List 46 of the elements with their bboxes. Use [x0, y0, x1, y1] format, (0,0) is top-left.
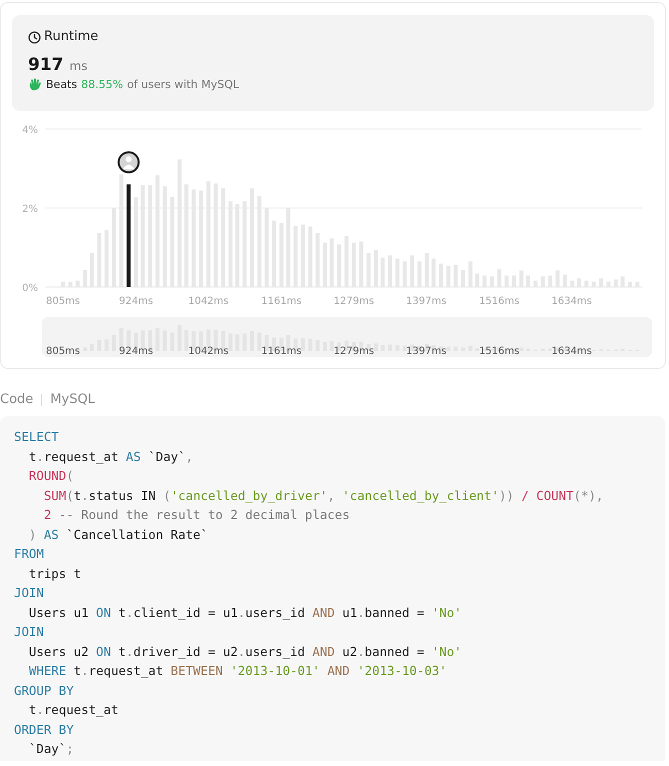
code-line: ) AS `Cancellation Rate`	[28, 526, 208, 544]
x-axis-label: 1634ms	[551, 296, 592, 307]
y-axis-label: 2%	[22, 204, 38, 215]
range-label: 1397ms	[406, 346, 446, 357]
range-label: 1042ms	[188, 346, 229, 357]
code-line: t.request_at AS `Day`,	[28, 448, 194, 466]
code-line: FROM	[14, 545, 44, 563]
y-axis-label: 4%	[22, 125, 38, 136]
x-axis-label: 1516ms	[479, 296, 520, 307]
code-line: 2 -- Round the result to 2 decimal places	[44, 506, 350, 524]
code-line: SELECT	[14, 428, 59, 446]
range-label: 1634ms	[551, 346, 592, 357]
code-tab-label: Code	[0, 392, 34, 407]
code-line: GROUP BY	[14, 682, 74, 700]
range-label: 805ms	[46, 346, 80, 357]
range-label: 1279ms	[334, 346, 374, 357]
beats-label: Beats	[46, 78, 78, 91]
avatar-marker-icon	[118, 151, 140, 174]
code-line: t.request_at	[28, 701, 118, 719]
x-axis-label: 1279ms	[334, 296, 374, 307]
beats-percent: 88.55%	[81, 78, 124, 91]
beats-suffix: of users with MySQL	[127, 78, 239, 91]
code-line: Users u1 ON t.client_id = u1.users_id AND u1.banned = 'No'	[28, 604, 462, 622]
language-label: MySQL	[50, 392, 95, 407]
range-label: 1516ms	[479, 346, 520, 357]
range-label: 1161ms	[261, 346, 302, 357]
x-axis-label: 1397ms	[406, 296, 446, 307]
range-label: 924ms	[119, 346, 154, 357]
x-axis-label: 805ms	[46, 296, 80, 307]
code-line: WHERE t.request_at BETWEEN '2013-10-01' AND '2013-10-03'	[28, 662, 447, 680]
runtime-value: 917	[28, 55, 64, 75]
code-line: Users u2 ON t.driver_id = u2.users_id AND u2.banned = 'No'	[28, 642, 462, 661]
x-axis-label: 1161ms	[261, 296, 302, 307]
code-line: JOIN	[14, 584, 44, 602]
code-line: trips t	[28, 564, 82, 583]
code-line: `Day`;	[28, 740, 74, 758]
runtime-unit: ms	[70, 59, 88, 73]
y-axis-label: 0%	[22, 283, 38, 294]
x-axis-label: 1042ms	[188, 296, 229, 307]
runtime-title: Runtime	[44, 29, 98, 45]
x-axis-label: 924ms	[119, 296, 154, 307]
code-line: SUM(t.status IN ('cancelled_by_driver', 'cancelled_by_client')) / COUNT(*),	[44, 486, 604, 505]
clock-icon	[28, 30, 41, 44]
code-line: ORDER BY	[14, 720, 74, 738]
code-line: ROUND(	[28, 467, 74, 485]
code-line: JOIN	[14, 623, 44, 641]
